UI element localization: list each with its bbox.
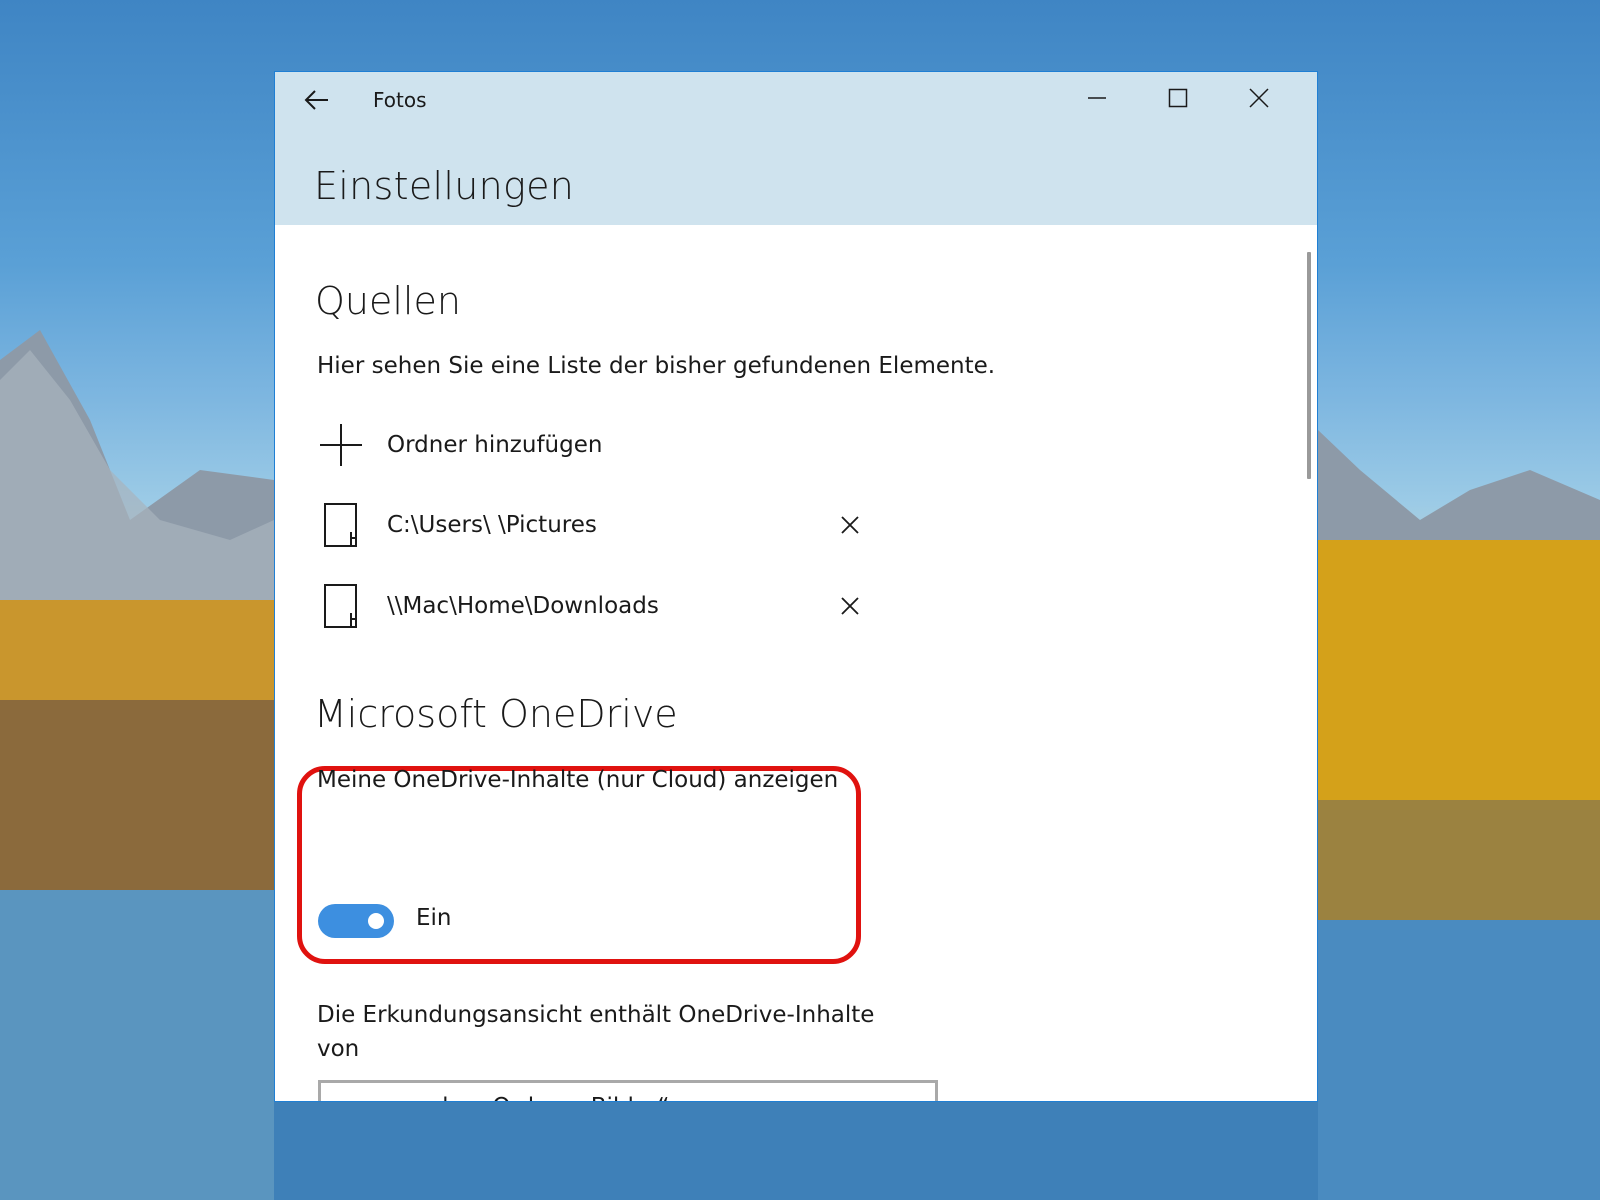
close-icon [841, 516, 859, 534]
minimize-button[interactable] [1067, 78, 1127, 118]
onedrive-heading: Microsoft OneDrive [314, 692, 678, 736]
maximize-icon [1168, 88, 1188, 108]
sources-description: Hier sehen Sie eine Liste der bisher gef… [317, 353, 996, 379]
toggle-knob [368, 913, 384, 929]
onedrive-cloud-label: Meine OneDrive-Inhalte (nur Cloud) anzei… [317, 767, 839, 793]
folder-path: C:\Users\ \Pictures [387, 512, 597, 538]
title-bar: Fotos Einstellungen [275, 72, 1317, 225]
add-folder-label: Ordner hinzufügen [387, 432, 603, 458]
onedrive-cloud-toggle[interactable] [318, 904, 394, 938]
dropdown-value: nur aus dem Ordner „Bilder“ [340, 1094, 887, 1101]
folder-icon [317, 501, 365, 549]
app-title: Fotos [373, 88, 427, 112]
photos-window: Fotos Einstellungen Quellen Hier sehen S… [274, 71, 1318, 1102]
chevron-down-icon [887, 1087, 927, 1101]
folder-item: C:\Users\ \Pictures [317, 497, 857, 553]
close-button[interactable] [1229, 78, 1289, 118]
add-folder-button[interactable]: Ordner hinzufügen [317, 417, 857, 473]
minimize-icon [1088, 97, 1106, 99]
toggle-state-label: Ein [416, 905, 452, 931]
back-button[interactable] [295, 80, 339, 120]
explore-source-dropdown[interactable]: nur aus dem Ordner „Bilder“ [318, 1080, 938, 1101]
sources-heading: Quellen [315, 279, 461, 323]
maximize-button[interactable] [1148, 78, 1208, 118]
folder-path: \\Mac\Home\Downloads [387, 593, 659, 619]
remove-folder-button[interactable] [830, 586, 870, 626]
remove-folder-button[interactable] [830, 505, 870, 545]
settings-content: Quellen Hier sehen Sie eine Liste der bi… [275, 225, 1317, 1101]
folder-icon [317, 582, 365, 630]
folder-item: \\Mac\Home\Downloads [317, 578, 857, 634]
plus-icon [317, 421, 365, 469]
arrow-left-icon [304, 90, 328, 110]
close-icon [841, 597, 859, 615]
page-title: Einstellungen [314, 164, 575, 208]
scrollbar[interactable] [1307, 252, 1311, 479]
close-icon [1249, 88, 1269, 108]
explore-label: Die Erkundungsansicht enthält OneDrive-I… [317, 1002, 875, 1062]
